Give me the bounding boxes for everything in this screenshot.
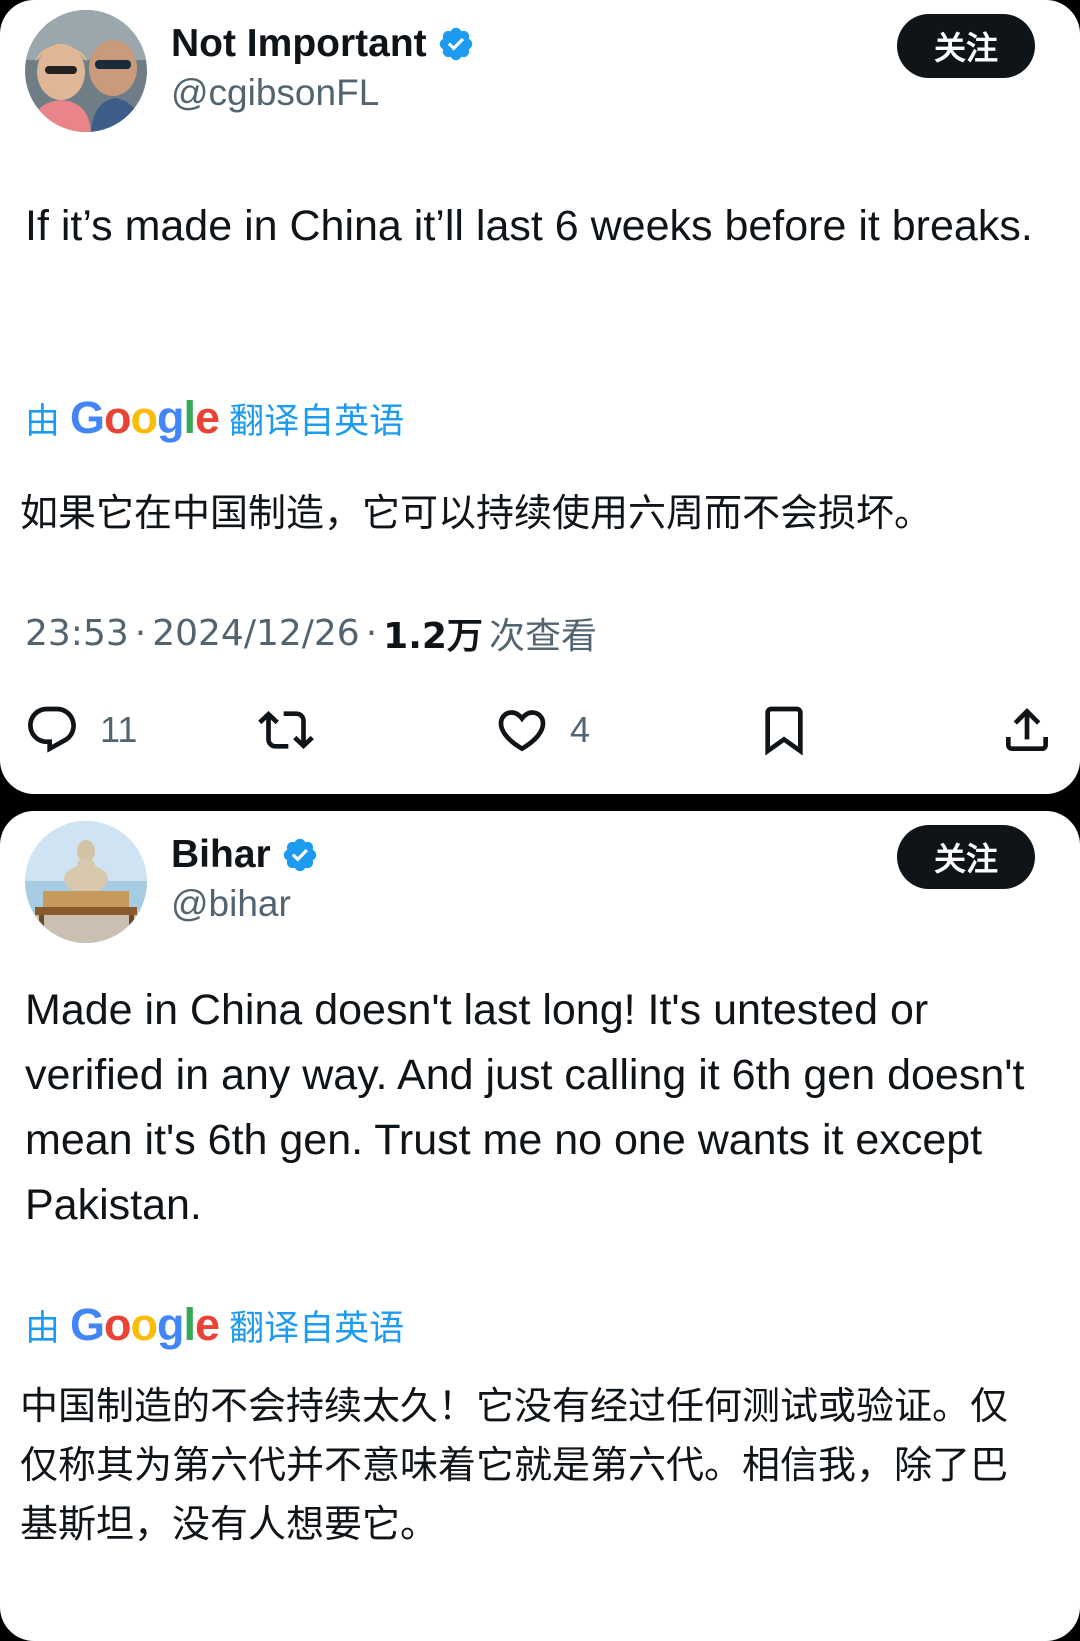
tweet-text: Made in China doesn't last long! It's un… [25,986,1025,1229]
translate-suffix: 翻译自英语 [229,401,405,442]
google-logo: Google [70,1299,220,1350]
translation-attribution: 由 Google 翻译自英语 [25,392,404,444]
views-label: 次查看 [488,616,597,657]
bookmark-button[interactable] [756,696,812,764]
author-row: Bihar [171,833,319,877]
author-row: Not Important [171,22,475,66]
action-bar: 11 4 [0,696,1080,764]
tweet-time[interactable]: 23:53 [25,613,129,654]
tweet-card-1: Not Important @cgibsonFL 关注 If it’s made… [0,0,1080,794]
translation-attribution: 由 Google 翻译自英语 [25,1299,404,1351]
like-button[interactable]: 4 [494,696,590,764]
translate-prefix: 由 [25,1308,61,1349]
retweet-button[interactable] [258,696,314,764]
meta-separator: · [365,612,378,654]
like-count: 4 [570,709,591,750]
google-logo: Google [70,392,220,443]
translated-text: 中国制造的不会持续太久！它没有经过任何测试或验证。仅仅称其为第六代并不意味着它就… [20,1384,1009,1546]
reply-button[interactable]: 11 [24,696,137,764]
tweet-text: If it’s made in China it’ll last 6 weeks… [25,202,1033,250]
reply-icon [28,706,76,753]
author-name[interactable]: Not Important [171,22,427,66]
author-handle[interactable]: @cgibsonFL [171,72,379,114]
views-count[interactable]: 1.2万 [383,607,483,659]
tweet-card-2: Bihar @bihar 关注 Made in China doesn't la… [0,811,1080,1641]
follow-button[interactable]: 关注 [897,14,1035,78]
reply-count: 11 [100,709,138,750]
like-icon [498,710,546,752]
share-button[interactable] [999,696,1055,764]
tweet-date[interactable]: 2024/12/26 [152,613,360,654]
verified-badge-icon [283,838,316,872]
meta-separator: · [134,612,147,654]
bookmark-icon [765,706,803,756]
translate-prefix: 由 [25,401,61,442]
verified-badge-icon [439,27,472,61]
translate-suffix: 翻译自英语 [229,1308,405,1349]
avatar[interactable] [25,10,147,132]
retweet-icon [258,711,314,749]
follow-button[interactable]: 关注 [897,825,1035,889]
tweet-meta: 23:53 · 2024/12/26 · 1.2万 次查看 [25,607,597,659]
avatar[interactable] [25,821,147,943]
author-handle[interactable]: @bihar [171,883,291,925]
translated-text: 如果它在中国制造，它可以持续使用六周而不会损坏。 [20,491,933,535]
author-name[interactable]: Bihar [171,833,271,877]
share-icon [1006,708,1048,751]
